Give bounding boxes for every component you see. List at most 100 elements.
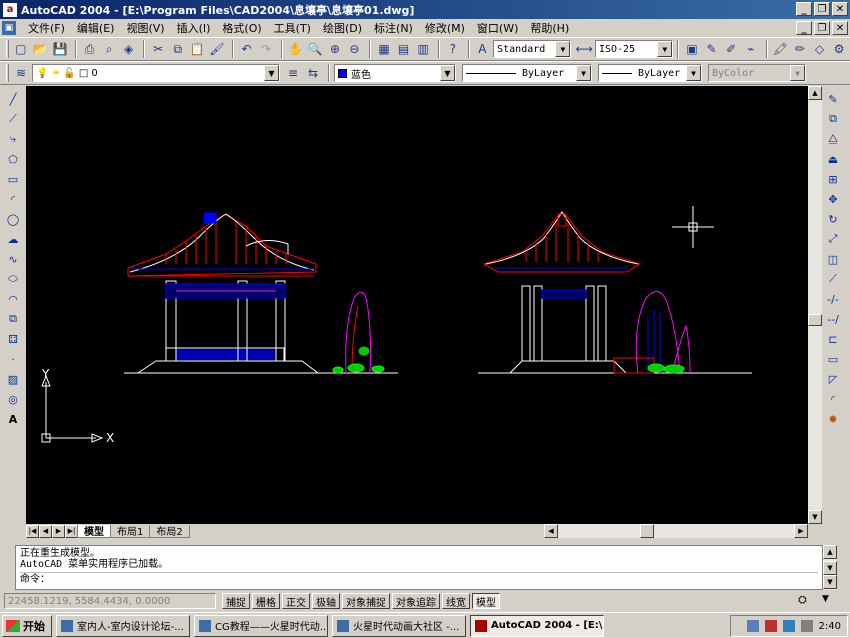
menu-window[interactable]: 窗口(W) [471,20,524,36]
clock[interactable]: 2:40 [819,621,841,632]
menu-insert[interactable]: 插入(I) [171,20,217,36]
tab-layout1[interactable]: 布局1 [110,524,151,538]
start-button[interactable]: 开始 [2,614,52,637]
erase-icon[interactable]: ✎ [824,90,842,108]
edit-3-icon[interactable]: ⌁ [742,40,760,58]
command-scrollbar[interactable]: ▲ ▼ ▼ [823,545,837,590]
horizontal-scroll-thumb[interactable] [640,524,654,538]
tray-app-icon[interactable] [746,620,759,632]
chevron-down-icon[interactable]: ▼ [264,65,279,81]
prev-tab-icon[interactable]: ◀ [39,524,52,538]
menu-draw[interactable]: 绘图(D) [317,20,368,36]
lineweight-toggle[interactable]: 线宽 [442,593,470,609]
scroll-left-icon[interactable]: ◀ [544,524,558,538]
spline-icon[interactable]: ∿ [4,250,22,268]
design-center-icon[interactable]: ▤ [395,40,413,58]
dim-style-select[interactable]: ISO-25 ▼ [594,40,674,58]
menu-dimension[interactable]: 标注(N) [368,20,419,36]
polar-toggle[interactable]: 极轴 [312,593,340,609]
trim-icon[interactable]: -/- [824,290,842,308]
dim-style-icon[interactable]: ⟷ [575,40,593,58]
scroll-down-icon[interactable]: ▼ [823,561,837,575]
point-icon[interactable]: · [4,350,22,368]
menu-tools[interactable]: 工具(T) [268,20,317,36]
chamfer-icon[interactable]: ◸ [824,370,842,388]
menu-format[interactable]: 格式(O) [216,20,267,36]
edit-2-icon[interactable]: ✐ [722,40,740,58]
scroll-up-icon[interactable]: ▲ [823,545,837,559]
task-button-active[interactable]: AutoCAD 2004 - [E:\Pro... [470,614,604,637]
coordinates-display[interactable]: 22458.1219, 5584.4434, 0.0000 [4,593,216,609]
volume-icon[interactable] [800,620,813,632]
redo-icon[interactable]: ↷ [257,40,275,58]
scroll-up-icon[interactable]: ▲ [808,86,822,100]
zoom-previous-icon[interactable]: ⊖ [346,40,364,58]
copy-object-icon[interactable]: ⧉ [824,110,842,128]
scroll-down-icon[interactable]: ▼ [823,575,837,589]
doc-restore-button[interactable]: ❐ [814,21,830,35]
drawing-canvas[interactable]: Y X [26,86,808,524]
chevron-down-icon[interactable]: ▼ [440,65,455,81]
arc-icon[interactable]: ◜ [4,190,22,208]
chevron-down-icon[interactable]: ▼ [686,65,701,81]
lineweight-select[interactable]: ByLayer ▼ [598,64,702,82]
menu-edit[interactable]: 编辑(E) [71,20,121,36]
osnap-toggle[interactable]: 对象捕捉 [342,593,390,609]
scroll-down-icon[interactable]: ▼ [808,510,822,524]
open-icon[interactable]: 📂 [32,40,50,58]
stretch-icon[interactable]: ◫ [824,250,842,268]
doc-close-button[interactable]: ✕ [832,21,848,35]
pan-icon[interactable]: ✋ [287,40,305,58]
help-icon[interactable]: ? [444,40,462,58]
communication-center-icon[interactable]: ⛭ [798,593,807,607]
refedit-icon[interactable]: ✏ [791,40,809,58]
ellipse-arc-icon[interactable]: ◠ [4,290,22,308]
match-properties-icon[interactable]: 🖌 [208,40,226,58]
text-style-icon[interactable]: A [474,40,492,58]
ellipse-icon[interactable]: ⬭ [4,270,22,288]
vertical-scroll-thumb[interactable] [808,314,822,326]
break-icon[interactable]: ▭ [824,350,842,368]
settings-icon[interactable]: ⚙ [830,40,848,58]
command-window[interactable]: 正在重生成模型。 AutoCAD 菜单实用程序已加载。 命令： [15,545,823,590]
make-block-icon[interactable]: ⚃ [4,330,22,348]
zoom-window-icon[interactable]: ⊕ [326,40,344,58]
hatch-icon[interactable]: ▨ [4,370,22,388]
color-select[interactable]: 蓝色 ▼ [334,64,456,82]
toolbar-grip[interactable] [6,64,9,82]
scroll-right-icon[interactable]: ▶ [794,524,808,538]
polyline-icon[interactable]: ⤷ [4,130,22,148]
extend-icon[interactable]: --/ [824,310,842,328]
snap-toggle[interactable]: 捕捉 [222,593,250,609]
document-icon[interactable]: ▣ [2,21,16,35]
next-tab-icon[interactable]: ▶ [52,524,65,538]
tool-palettes-icon[interactable]: ▥ [414,40,432,58]
restore-button[interactable]: ❐ [814,2,830,16]
menu-help[interactable]: 帮助(H) [524,20,575,36]
revision-cloud-icon[interactable]: ☁ [4,230,22,248]
fillet-icon[interactable]: ◜ [824,390,842,408]
chevron-down-icon[interactable]: ▼ [576,65,591,81]
model-toggle[interactable]: 模型 [472,593,500,609]
paint-icon[interactable]: 🖍 [772,40,790,58]
offset-icon[interactable]: ⏏ [824,150,842,168]
undo-icon[interactable]: ↶ [238,40,256,58]
region-icon[interactable]: ◎ [4,390,22,408]
tab-model[interactable]: 模型 [77,524,111,538]
edit-icon[interactable]: ✎ [703,40,721,58]
doc-minimize-button[interactable]: _ [796,21,812,35]
vertical-scrollbar[interactable]: ▲ ▼ [808,86,822,524]
linetype-select[interactable]: ByLayer ▼ [462,64,592,82]
mirror-icon[interactable]: ⧋ [824,130,842,148]
otrack-toggle[interactable]: 对象追踪 [392,593,440,609]
layer-manager-icon[interactable]: ≋ [12,64,30,82]
rectangle-icon[interactable]: ▭ [4,170,22,188]
publish-icon[interactable]: ◈ [120,40,138,58]
task-button[interactable]: 火星时代动画大社区 -... [332,614,466,637]
insert-block-icon[interactable]: ⧉ [4,310,22,328]
new-icon[interactable]: ▢ [12,40,30,58]
break-at-point-icon[interactable]: ⊏ [824,330,842,348]
layer-previous-icon[interactable]: ⇆ [304,64,322,82]
polygon-icon[interactable]: ⬠ [4,150,22,168]
close-button[interactable]: ✕ [832,2,848,16]
